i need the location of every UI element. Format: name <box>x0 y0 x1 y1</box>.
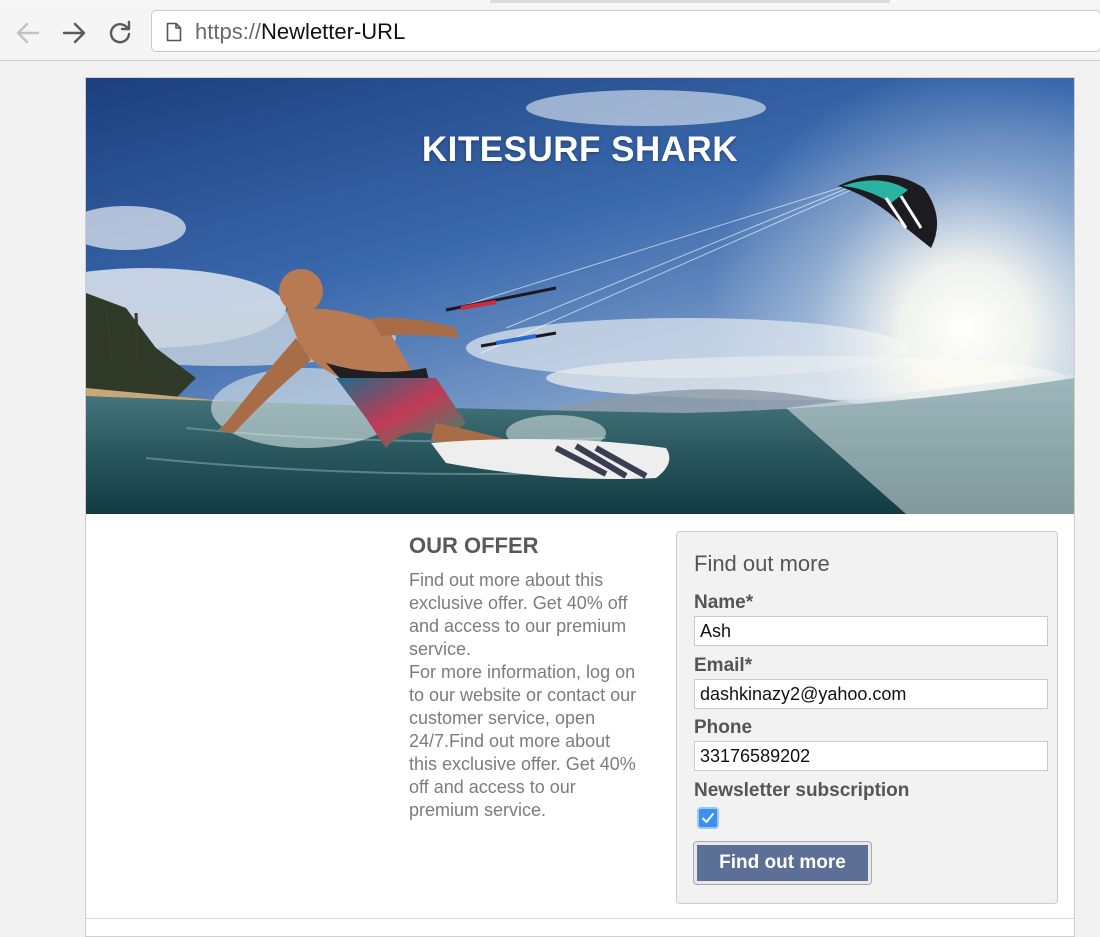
email-field[interactable] <box>694 679 1048 709</box>
browser-toolbar: https://Newletter-URL <box>0 3 1100 61</box>
checkmark-icon <box>702 813 714 823</box>
address-bar[interactable]: https://Newletter-URL <box>151 10 1100 52</box>
divider <box>86 918 1074 919</box>
offer-text: Find out more about this exclusive offer… <box>409 569 639 822</box>
find-out-more-button[interactable]: Find out more <box>693 841 872 885</box>
back-button[interactable] <box>14 19 42 47</box>
newsletter-label: Newsletter subscription <box>694 780 910 801</box>
forward-arrow-icon <box>62 22 86 44</box>
hero-title: KITESURF SHARK <box>421 130 739 169</box>
forward-button[interactable] <box>60 19 88 47</box>
phone-field[interactable] <box>694 741 1048 771</box>
url-scheme: https:// <box>195 19 262 44</box>
reload-button[interactable] <box>106 19 134 47</box>
form-title: Find out more <box>694 551 830 576</box>
url-text: https://Newletter-URL <box>195 21 405 43</box>
newsletter-page: KITESURF SHARK OUR OFFER Find out more a… <box>85 77 1075 937</box>
name-field[interactable] <box>694 616 1048 646</box>
offer-paragraph: For more information, log on to our webs… <box>409 662 637 820</box>
reload-icon <box>109 20 131 44</box>
hero-banner: KITESURF SHARK <box>86 78 1074 514</box>
signup-form: Find out more Name* Email* Phone Newslet… <box>676 531 1058 904</box>
page-icon <box>166 22 182 42</box>
back-arrow-icon <box>16 22 40 44</box>
offer-title: OUR OFFER <box>409 533 539 558</box>
phone-label: Phone <box>694 717 753 738</box>
url-host: Newletter-URL <box>261 19 406 44</box>
email-label: Email* <box>694 655 753 676</box>
name-label: Name* <box>694 592 754 613</box>
offer-paragraph: Find out more about this exclusive offer… <box>409 570 628 659</box>
newsletter-checkbox[interactable] <box>697 807 719 829</box>
